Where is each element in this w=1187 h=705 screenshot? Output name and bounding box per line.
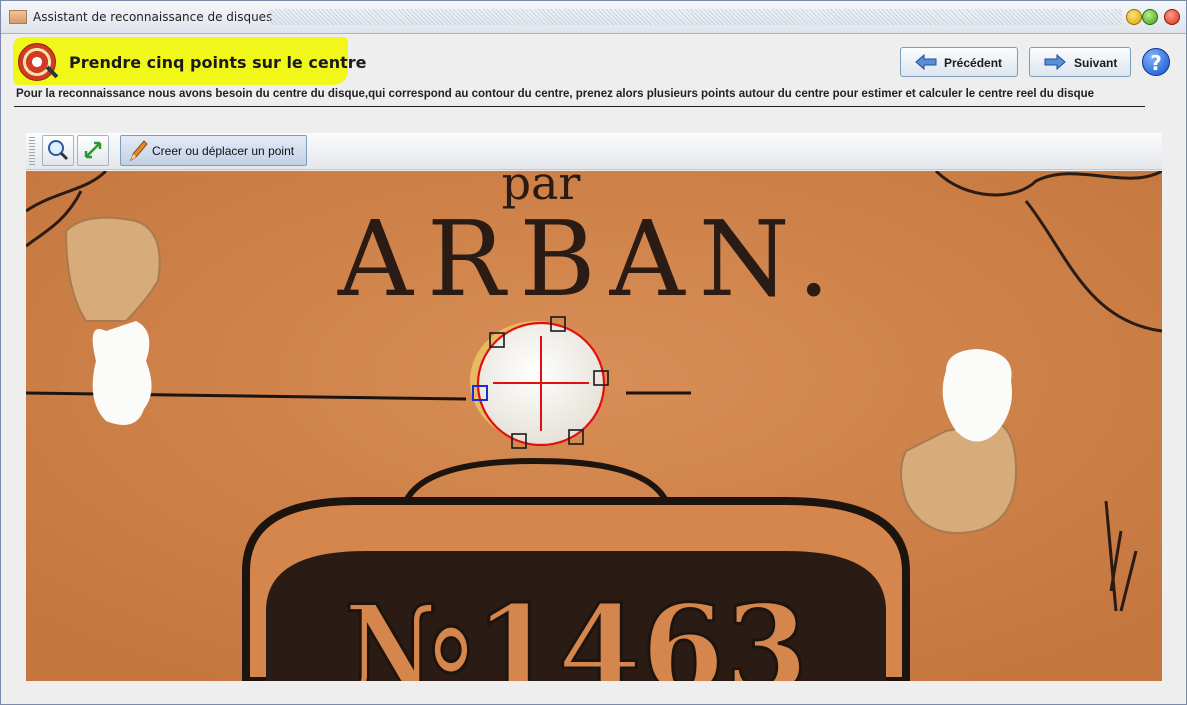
image-toolbar: Creer ou déplacer un point bbox=[26, 133, 1162, 170]
title-bar-texture bbox=[269, 9, 1122, 25]
wizard-window: Assistant de reconnaissance de disques P… bbox=[0, 0, 1187, 705]
header-divider bbox=[14, 106, 1145, 107]
step-title: Prendre cinq points sur le centre bbox=[69, 53, 367, 72]
disc-label-image: par ARBAN. №1463 bbox=[26, 171, 1162, 681]
maximize-button[interactable] bbox=[1142, 9, 1158, 25]
title-bar[interactable]: Assistant de reconnaissance de disques bbox=[1, 1, 1186, 34]
label-arban-text: ARBAN. bbox=[337, 198, 844, 320]
app-icon bbox=[9, 10, 27, 24]
help-button[interactable]: ? bbox=[1142, 48, 1170, 76]
window-title: Assistant de reconnaissance de disques bbox=[33, 10, 273, 24]
step-description: Pour la reconnaissance nous avons besoin… bbox=[16, 88, 1095, 100]
label-number-text: №1463 bbox=[344, 579, 808, 681]
next-label: Suivant bbox=[1074, 56, 1118, 70]
magnifier-icon bbox=[48, 140, 69, 161]
create-move-point-label: Creer ou déplacer un point bbox=[152, 144, 295, 158]
zoom-button[interactable] bbox=[42, 135, 74, 166]
previous-button[interactable]: Précédent bbox=[900, 47, 1018, 77]
fit-button[interactable] bbox=[77, 135, 109, 166]
arrow-left-icon bbox=[915, 54, 937, 70]
arrow-right-icon bbox=[1044, 54, 1066, 70]
next-button[interactable]: Suivant bbox=[1029, 47, 1131, 77]
wizard-target-icon bbox=[18, 43, 56, 81]
minimize-button[interactable] bbox=[1126, 9, 1142, 25]
pencil-icon bbox=[130, 140, 148, 162]
close-button[interactable] bbox=[1164, 9, 1180, 25]
create-move-point-button[interactable]: Creer ou déplacer un point bbox=[120, 135, 307, 166]
disc-image-canvas[interactable]: par ARBAN. №1463 bbox=[26, 171, 1162, 681]
spindle-hole-left bbox=[92, 321, 152, 425]
fit-screen-icon bbox=[84, 141, 102, 159]
toolbar-grip[interactable] bbox=[29, 137, 35, 165]
previous-label: Précédent bbox=[944, 56, 1003, 70]
